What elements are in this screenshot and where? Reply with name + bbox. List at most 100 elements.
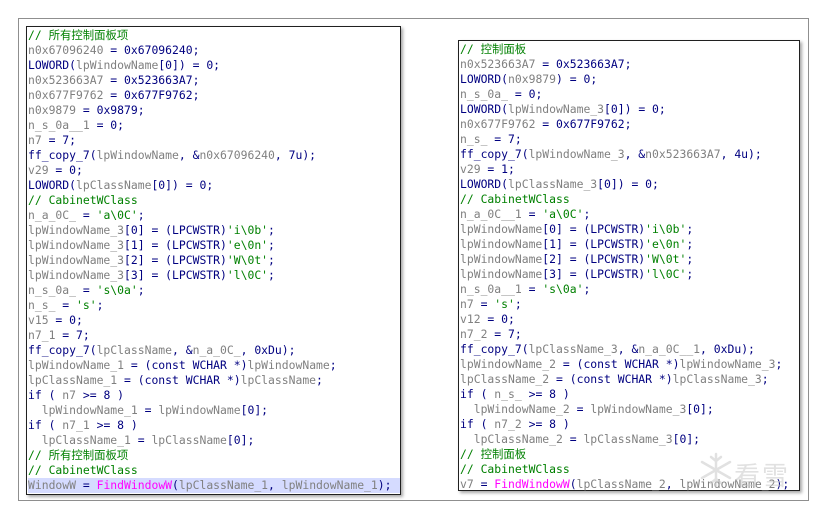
code-line[interactable]: n7_2 = 7; xyxy=(460,327,799,342)
code-identifier[interactable]: n_s_ xyxy=(28,298,55,312)
code-line[interactable]: n0x67096240 = 0x67096240; xyxy=(28,43,400,58)
code-identifier[interactable]: n7 xyxy=(28,133,42,147)
code-identifier[interactable]: lpClassName_1 xyxy=(42,433,131,447)
code-line[interactable]: ff_copy_7(lpWindowName, &n0x67096240, 7u… xyxy=(28,148,400,163)
code-line[interactable]: WindowW = FindWindowW(lpClassName_1, lpW… xyxy=(28,478,400,493)
code-line[interactable]: n7 = 7; xyxy=(28,133,400,148)
code-line[interactable]: // CabinetWClass xyxy=(28,193,400,208)
code-line[interactable]: n7_1 = 7; xyxy=(28,328,400,343)
code-line[interactable]: LOWORD(n0x9879) = 0; xyxy=(460,72,799,87)
code-line[interactable]: lpWindowName[2] = (LPCWSTR)'W\0t'; xyxy=(460,252,799,267)
pseudocode-listing-right[interactable]: // 控制面板 n0x523663A7 = 0x523663A7; LOWORD(n… xyxy=(459,41,799,492)
code-line[interactable]: v29 = 1; xyxy=(460,162,799,177)
code-line[interactable]: v29 = 0; xyxy=(28,163,400,178)
code-identifier[interactable]: lpWindowName_3 xyxy=(28,223,124,237)
code-line[interactable]: // 所有控制面板项 xyxy=(28,448,400,463)
code-identifier[interactable]: lpWindowName xyxy=(460,222,542,236)
code-line[interactable]: // 所有控制面板项 xyxy=(28,28,400,43)
code-identifier[interactable]: lpWindowName xyxy=(460,267,542,281)
code-identifier[interactable]: n0x67096240 xyxy=(199,148,274,162)
code-line[interactable]: n0x523663A7 = 0x523663A7; xyxy=(28,73,400,88)
code-identifier[interactable]: lpWindowName_3 xyxy=(28,268,124,282)
code-identifier[interactable]: n0x67096240 xyxy=(28,43,103,57)
code-identifier[interactable]: lpWindowName_3 xyxy=(508,102,604,116)
code-identifier[interactable]: n_a_0C_ xyxy=(28,208,76,222)
code-line[interactable]: lpWindowName[3] = (LPCWSTR)'l\0C'; xyxy=(460,267,799,282)
code-line[interactable]: lpWindowName_3[1] = (LPCWSTR)'e\0n'; xyxy=(28,238,400,253)
code-identifier[interactable]: lpWindowName_2 xyxy=(474,402,570,416)
code-line[interactable]: n0x9879 = 0x9879; xyxy=(28,103,400,118)
code-identifier[interactable]: lpWindowName_3 xyxy=(590,402,686,416)
code-line[interactable]: // CabinetWClass xyxy=(28,463,400,478)
code-identifier[interactable]: n0x523663A7 xyxy=(645,147,720,161)
code-line[interactable]: lpWindowName_3[3] = (LPCWSTR)'l\0C'; xyxy=(28,268,400,283)
code-line[interactable]: LOWORD(lpClassName[0]) = 0; xyxy=(28,178,400,193)
code-identifier[interactable]: n0x9879 xyxy=(508,72,556,86)
code-identifier[interactable]: v29 xyxy=(28,163,49,177)
code-identifier[interactable]: n7_2 xyxy=(494,417,521,431)
code-line[interactable]: n0x677F9762 = 0x677F9762; xyxy=(28,88,400,103)
code-identifier[interactable]: lpWindowName xyxy=(460,237,542,251)
code-api-call[interactable]: FindWindowW xyxy=(494,477,569,491)
decompiler-pane-left[interactable]: // 所有控制面板项 n0x67096240 = 0x67096240; LOWOR… xyxy=(26,26,401,495)
code-identifier[interactable]: lpClassName xyxy=(97,343,172,357)
code-identifier[interactable]: lpWindowName_3 xyxy=(679,357,775,371)
code-identifier[interactable]: lpClassName_2 xyxy=(577,477,666,491)
code-identifier[interactable]: v7 xyxy=(460,477,474,491)
code-identifier[interactable]: n0x677F9762 xyxy=(28,88,103,102)
code-identifier[interactable]: lpWindowName xyxy=(158,403,240,417)
code-line[interactable]: lpWindowName_3[2] = (LPCWSTR)'W\0t'; xyxy=(28,253,400,268)
code-line[interactable]: n_a_0C_ = 'a\0C'; xyxy=(28,208,400,223)
code-line[interactable]: n_s_0a__1 = 0; xyxy=(28,118,400,133)
code-line[interactable]: n_s_ = 's'; xyxy=(28,298,400,313)
code-line[interactable]: lpWindowName_3[0] = (LPCWSTR)'i\0b'; xyxy=(28,223,400,238)
code-line[interactable]: lpWindowName[1] = (LPCWSTR)'e\0n'; xyxy=(460,237,799,252)
code-line[interactable]: ff_copy_7(lpClassName_3, &n_a_0C__1, 0xD… xyxy=(460,342,799,357)
code-line[interactable]: if ( n7_2 >= 8 ) xyxy=(460,417,799,432)
code-identifier[interactable]: lpClassName_1 xyxy=(179,478,268,492)
code-identifier[interactable]: n_s_0a_ xyxy=(460,87,508,101)
code-identifier[interactable]: lpWindowName_3 xyxy=(28,253,124,267)
code-identifier[interactable]: lpClassName_3 xyxy=(529,342,618,356)
code-line[interactable]: n7 = 's'; xyxy=(460,297,799,312)
code-identifier[interactable]: n7_2 xyxy=(460,327,487,341)
code-line[interactable]: n_s_0a__1 = 's\0a'; xyxy=(460,282,799,297)
code-line[interactable]: ff_copy_7(lpWindowName_3, &n0x523663A7, … xyxy=(460,147,799,162)
code-identifier[interactable]: v12 xyxy=(460,312,481,326)
code-identifier[interactable]: n7 xyxy=(62,388,76,402)
code-line[interactable]: lpClassName_1 = lpClassName[0]; xyxy=(28,433,400,448)
code-line[interactable]: // 控制面板 xyxy=(460,42,799,57)
code-line[interactable]: lpWindowName_2 = (const WCHAR *)lpWindow… xyxy=(460,357,799,372)
code-line[interactable]: n0x677F9762 = 0x677F9762; xyxy=(460,117,799,132)
decompiler-pane-right[interactable]: // 控制面板 n0x523663A7 = 0x523663A7; LOWORD(n… xyxy=(458,40,800,491)
code-identifier[interactable]: lpWindowName_3 xyxy=(529,147,625,161)
code-identifier[interactable]: n_s_0a__1 xyxy=(28,118,90,132)
code-identifier[interactable]: n0x677F9762 xyxy=(460,117,535,131)
code-identifier[interactable]: lpClassName_2 xyxy=(474,432,563,446)
code-line[interactable]: n_a_0C__1 = 'a\0C'; xyxy=(460,207,799,222)
code-identifier[interactable]: lpWindowName xyxy=(76,58,158,72)
code-api-call[interactable]: FindWindowW xyxy=(97,478,172,492)
code-identifier[interactable]: lpClassName_1 xyxy=(28,373,117,387)
code-line[interactable]: LOWORD(lpClassName_3[0]) = 0; xyxy=(460,177,799,192)
code-identifier[interactable]: n0x523663A7 xyxy=(460,57,535,71)
code-line[interactable]: n_s_0a_ = 0; xyxy=(460,87,799,102)
code-identifier[interactable]: v29 xyxy=(460,162,481,176)
code-identifier[interactable]: v15 xyxy=(28,313,49,327)
code-identifier[interactable]: lpClassName_3 xyxy=(508,177,597,191)
code-line[interactable]: n_s_ = 7; xyxy=(460,132,799,147)
code-identifier[interactable]: n0x9879 xyxy=(28,103,76,117)
code-identifier[interactable]: n_s_ xyxy=(494,387,521,401)
code-line[interactable]: if ( n7 >= 8 ) xyxy=(28,388,400,403)
code-line[interactable]: ff_copy_7(lpClassName, &n_a_0C_, 0xDu); xyxy=(28,343,400,358)
code-line[interactable]: lpClassName_2 = lpClassName_3[0]; xyxy=(460,432,799,447)
code-identifier[interactable]: lpClassName_3 xyxy=(673,372,762,386)
code-line[interactable]: // CabinetWClass xyxy=(460,192,799,207)
pseudocode-listing-left[interactable]: // 所有控制面板项 n0x67096240 = 0x67096240; LOWOR… xyxy=(27,27,400,493)
code-identifier[interactable]: n_a_0C__1 xyxy=(638,342,700,356)
code-line[interactable]: lpWindowName_1 = (const WCHAR *)lpWindow… xyxy=(28,358,400,373)
code-line[interactable]: v12 = 0; xyxy=(460,312,799,327)
code-identifier[interactable]: lpClassName xyxy=(151,433,226,447)
code-line[interactable]: lpClassName_2 = (const WCHAR *)lpClassNa… xyxy=(460,372,799,387)
code-line[interactable]: LOWORD(lpWindowName[0]) = 0; xyxy=(28,58,400,73)
